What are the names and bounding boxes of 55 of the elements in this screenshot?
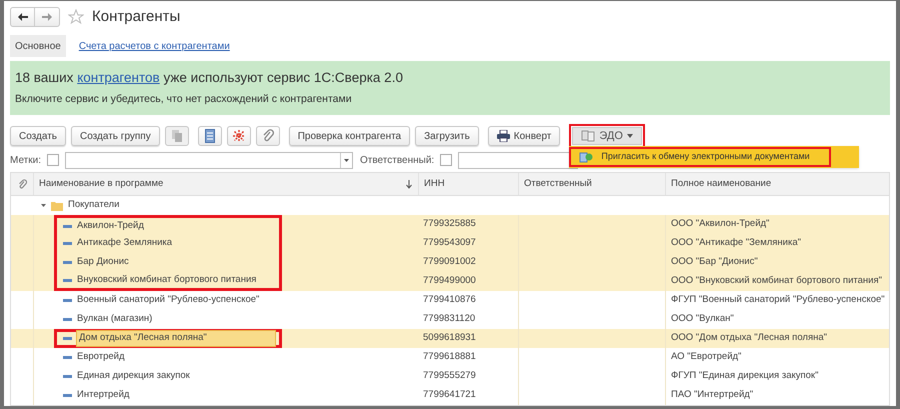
toolbar-button[interactable]: Конверт [488, 126, 560, 146]
toolbar-button[interactable]: Создать группу [71, 126, 160, 146]
inn-cell-text: 7799831120 [423, 312, 476, 326]
row-name: Бар Дионис [77, 255, 130, 270]
inn-cell-text: 7799325885 [423, 217, 476, 232]
table-row[interactable]: Аквилон-Трейд 7799325885 ООО "Аквилон-Трейд" [11, 215, 889, 234]
tab[interactable]: Основное [10, 35, 66, 57]
full-name-cell-text: ООО "Антикафе "Земляника" [671, 236, 801, 250]
row-name: Дом отдыха "Лесная поляна" [77, 331, 275, 346]
inn-cell-text: 7799641721 [423, 388, 476, 402]
full-name-cell-text: ООО "Вулкан" [671, 312, 734, 326]
inn-cell-text: 7799543097 [423, 236, 476, 250]
row-name: Внуковский комбинат бортового питания [77, 272, 258, 287]
banner-headline: 18 ваших контрагентов уже используют сервис 1С:Сверка 2.0 [15, 69, 404, 87]
full-name-cell-text: ФГУП "Единая дирекция закупок" [671, 369, 818, 384]
toolbar-button[interactable]: Создать [10, 126, 66, 146]
table-row[interactable]: Дом отдыха "Лесная поляна" 5099618931 ООО "Дом отдыха "Лесная поляна" [11, 329, 889, 348]
inn-cell-text: 7799499000 [423, 274, 476, 288]
inn-cell-text: 7799091002 [423, 255, 476, 270]
inn-cell-text: 7799410876 [423, 293, 476, 308]
edo-menu-button[interactable]: ЭДО [572, 127, 642, 145]
column-header[interactable]: Ответственный [524, 176, 592, 192]
row-name: Евротрейд [77, 350, 126, 364]
table-row[interactable]: Антикафе Земляника 7799543097 ООО "Антикафе "Земляника" [11, 234, 889, 253]
full-name-cell-text: АО "Евротрейд" [671, 350, 742, 364]
row-name: Аквилон-Трейд [77, 218, 145, 233]
row-name: Единая дирекция закупок [77, 369, 191, 384]
tab[interactable]: Счета расчетов с контрагентами [74, 35, 235, 57]
full-name-cell-text: ООО "Дом отдыха "Лесная поляна" [671, 331, 827, 346]
group-name: Покупатели [68, 198, 120, 212]
menu-item[interactable]: Пригласить к обмену электронными документами [569, 147, 832, 167]
full-name-cell-text: ПАО "Интертрейд" [671, 388, 754, 402]
inn-cell-text: 7799555279 [423, 369, 476, 384]
filter-label: Метки: [10, 154, 41, 168]
inn-cell-text: 5099618931 [423, 331, 476, 346]
inn-cell-text: 7799618881 [423, 350, 476, 364]
banner-text: Включите сервис и убедитесь, что нет расхождений с контрагентами [15, 92, 353, 108]
toolbar-button[interactable]: Загрузить [415, 126, 479, 146]
column-header[interactable]: Полное наименование [671, 176, 772, 192]
table-row[interactable]: Бар Дионис 7799091002 ООО "Бар "Дионис" [11, 253, 889, 272]
row-name: Интертрейд [77, 388, 130, 402]
toolbar-button[interactable]: Проверка контрагента [288, 126, 410, 146]
filter-label: Ответственный: [360, 154, 434, 168]
full-name-cell-text: ФГУП "Военный санаторий "Рублево-успенское" [671, 293, 885, 308]
column-header[interactable]: ИНН [424, 176, 445, 192]
contractors-link[interactable]: контрагентов [77, 70, 160, 85]
row-name: Военный санаторий "Рублево-успенское" [77, 293, 260, 308]
row-name: Антикафе Земляника [77, 236, 174, 250]
column-header[interactable]: Наименование в программе [39, 176, 164, 192]
window-title: Контрагенты [92, 6, 180, 27]
row-name: Вулкан (магазин) [77, 312, 154, 326]
full-name-cell-text: ООО "Внуковский комбинат бортового питания" [671, 274, 882, 288]
table-row[interactable]: Внуковский комбинат бортового питания 7799499000 ООО "Внуковский комбинат бортового питания" [11, 272, 889, 291]
full-name-cell-text: ООО "Аквилон-Трейд" [671, 217, 770, 232]
full-name-cell-text: ООО "Бар "Дионис" [671, 255, 758, 270]
